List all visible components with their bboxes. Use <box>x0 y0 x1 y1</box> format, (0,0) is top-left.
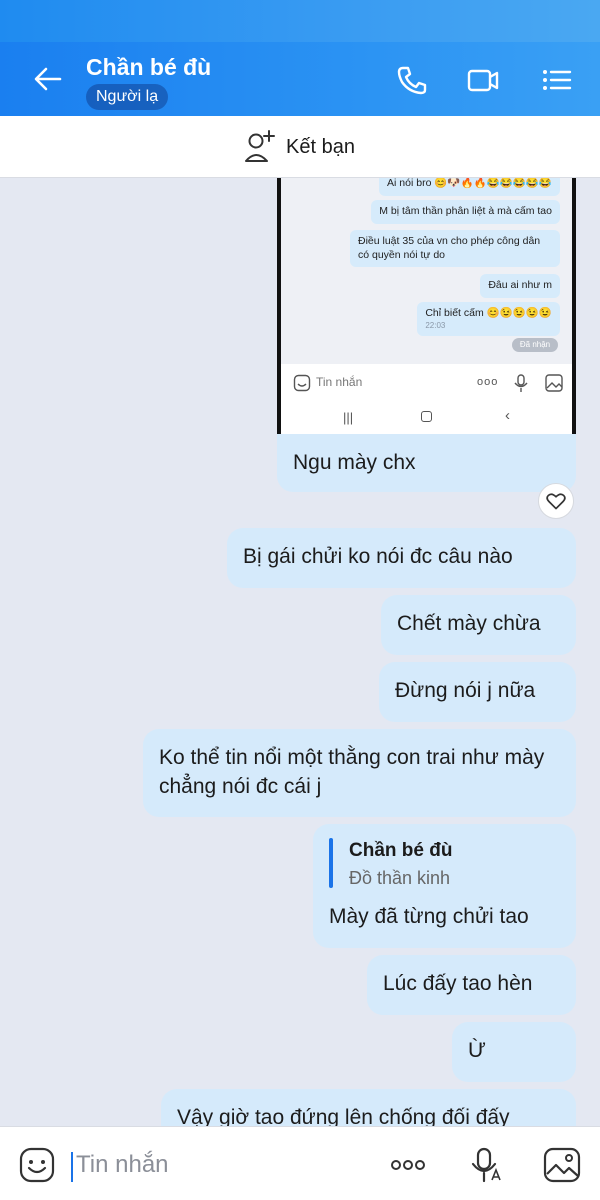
screenshot-composer: Tin nhắn ooo <box>281 364 572 404</box>
reply-quote-text: Đồ thần kinh <box>349 868 451 888</box>
message-bubble[interactable]: Ừ <box>452 1022 576 1082</box>
menu-list-icon[interactable] <box>540 64 574 96</box>
screenshot-message-text: Chỉ biết cấm 😊😉😉😉😉 <box>425 307 552 319</box>
screenshot-recent-apps-icon: ||| <box>343 410 354 425</box>
message-bubble[interactable]: Lúc đấy tao hèn <box>367 955 576 1015</box>
screenshot-input-placeholder: Tin nhắn <box>316 375 363 389</box>
screenshot-message: Điều luật 35 của vn cho phép công dân có… <box>350 230 560 268</box>
screenshot-message-time: 22:03 <box>425 320 446 330</box>
screenshot-message-last: Chỉ biết cấm 😊😉😉😉😉 22:03 <box>417 302 560 337</box>
status-bar <box>0 0 600 42</box>
emoji-icon[interactable] <box>17 1146 57 1184</box>
message-bubble[interactable]: Bị gái chửi ko nói đc câu nào <box>227 528 576 588</box>
screenshot-status-badge: Đã nhận <box>512 338 558 352</box>
add-friend-bar[interactable]: Kết bạn <box>0 116 600 178</box>
phone-icon[interactable] <box>395 64 429 96</box>
back-arrow-icon[interactable] <box>30 62 66 96</box>
more-dots-icon[interactable] <box>388 1146 428 1184</box>
add-friend-label[interactable]: Kết bạn <box>286 136 355 159</box>
reply-quote-bar <box>329 838 333 888</box>
screenshot-image-icon <box>545 374 563 392</box>
message-text: Ko thể tin nổi một thằng con trai như mà… <box>159 746 545 798</box>
reply-quote-name: Chần bé đù <box>349 840 453 861</box>
screenshot-message: Ai nói bro 😊🐶🔥🔥😂😂😂😂😂 <box>379 178 560 196</box>
message-input[interactable]: Tin nhắn <box>76 1151 169 1179</box>
voice-to-text-icon[interactable] <box>466 1146 506 1184</box>
screenshot-more-icon: ooo <box>477 376 499 388</box>
message-bubble[interactable]: Chết mày chừa <box>381 595 576 655</box>
screenshot-message: M bị tâm thần phân liệt à mà cấm tao <box>371 200 560 224</box>
message-bubble[interactable]: Ko thể tin nổi một thằng con trai như mà… <box>143 729 576 817</box>
video-call-icon[interactable] <box>466 64 500 96</box>
message-text: Ngu mày chx <box>293 451 416 474</box>
screenshot-chat-view: Ai nói bro 😊🐶🔥🔥😂😂😂😂😂 M bị tâm thần phân … <box>281 178 572 434</box>
screenshot-mic-icon <box>514 374 528 392</box>
message-bubble[interactable]: Đừng nói j nữa <box>379 662 576 722</box>
screenshot-home-icon <box>421 411 432 422</box>
screenshot-message: Đâu ai như m <box>480 274 560 298</box>
screenshot-back-icon: ‹ <box>505 407 510 424</box>
message-composer: Tin nhắn <box>0 1126 600 1200</box>
message-bubble[interactable]: Ngu mày chx <box>277 434 576 492</box>
stranger-badge: Người lạ <box>86 84 169 110</box>
contact-name[interactable]: Chần bé đù <box>86 54 211 81</box>
chat-header: Chần bé đù Người lạ <box>0 42 600 116</box>
message-text: Chết mày chừa <box>397 612 541 635</box>
text-cursor <box>71 1152 73 1182</box>
message-text: Bị gái chửi ko nói đc câu nào <box>243 545 513 568</box>
screenshot-emoji-icon <box>293 374 311 392</box>
message-text: Ừ <box>468 1039 486 1062</box>
message-text: Lúc đấy tao hèn <box>383 972 533 995</box>
message-text: Mày đã từng chửi tao <box>329 905 529 928</box>
image-icon[interactable] <box>542 1146 582 1184</box>
heart-icon[interactable] <box>538 483 574 519</box>
add-friend-icon <box>245 130 275 162</box>
attached-screenshot[interactable]: Ai nói bro 😊🐶🔥🔥😂😂😂😂😂 M bị tâm thần phân … <box>277 178 576 434</box>
message-text: Đừng nói j nữa <box>395 679 536 702</box>
screenshot-nav-bar: ||| ‹ <box>281 404 572 434</box>
